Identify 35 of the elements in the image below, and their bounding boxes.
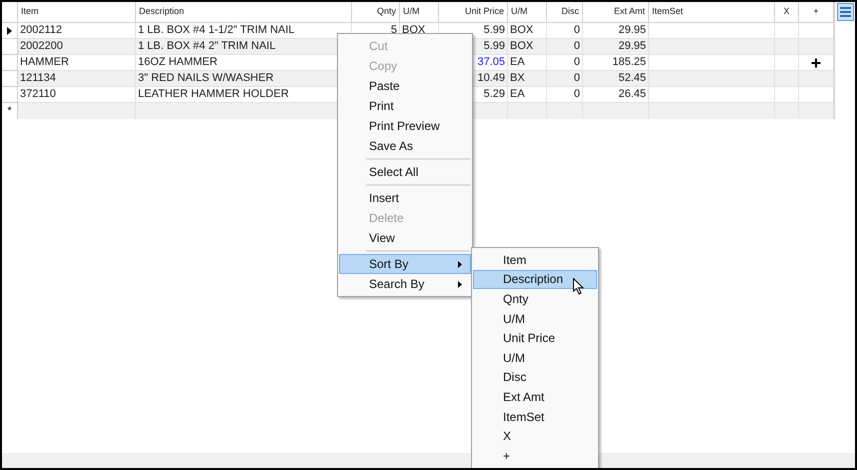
menu-item-label: Select All <box>369 164 420 181</box>
table-cell: HAMMER <box>18 55 136 71</box>
table-cell: 0 <box>547 55 583 71</box>
table-cell: EA <box>508 87 547 103</box>
menu-item-label: Delete <box>369 210 405 227</box>
table-cell: 29.95 <box>583 39 649 55</box>
menu-item-label: Insert <box>369 190 400 207</box>
table-cell: 0 <box>547 87 583 103</box>
table-cell: 0 <box>547 71 583 87</box>
table-cell: EA <box>508 55 547 71</box>
table-cell: 1 LB. BOX #4 1-1/2" TRIM NAIL <box>136 23 352 39</box>
table-cell: 26.45 <box>583 87 649 103</box>
menu-item-label: Copy <box>369 58 398 75</box>
table-cell: 185.25 <box>583 55 649 71</box>
table-cell: 0 <box>547 23 583 39</box>
menu-item-label: Print <box>369 98 395 115</box>
menu-item-label: Paste <box>369 78 401 95</box>
table-cell: 52.45 <box>583 71 649 87</box>
menu-item-label: View <box>369 230 396 247</box>
table-cell: 121134 <box>18 71 136 87</box>
table-cell: 2002200 <box>18 39 136 55</box>
menu-item-label: Sort By <box>369 256 410 273</box>
new-row-marker: * <box>7 106 12 116</box>
table-cell: 2002112 <box>18 23 136 39</box>
menu-item-label: Print Preview <box>369 118 441 135</box>
table-cell: 0 <box>547 39 583 55</box>
table-cell: + <box>799 55 834 71</box>
menu-item-label: Search By <box>369 276 426 293</box>
menu-item-label: Cut <box>369 38 389 55</box>
table-cell: BX <box>508 71 547 87</box>
menu-item-label: Save As <box>369 138 414 155</box>
table-cell: 29.95 <box>583 23 649 39</box>
table-cell: BOX <box>508 39 547 55</box>
table-cell: BOX <box>508 23 547 39</box>
table-cell: 372110 <box>18 87 136 103</box>
